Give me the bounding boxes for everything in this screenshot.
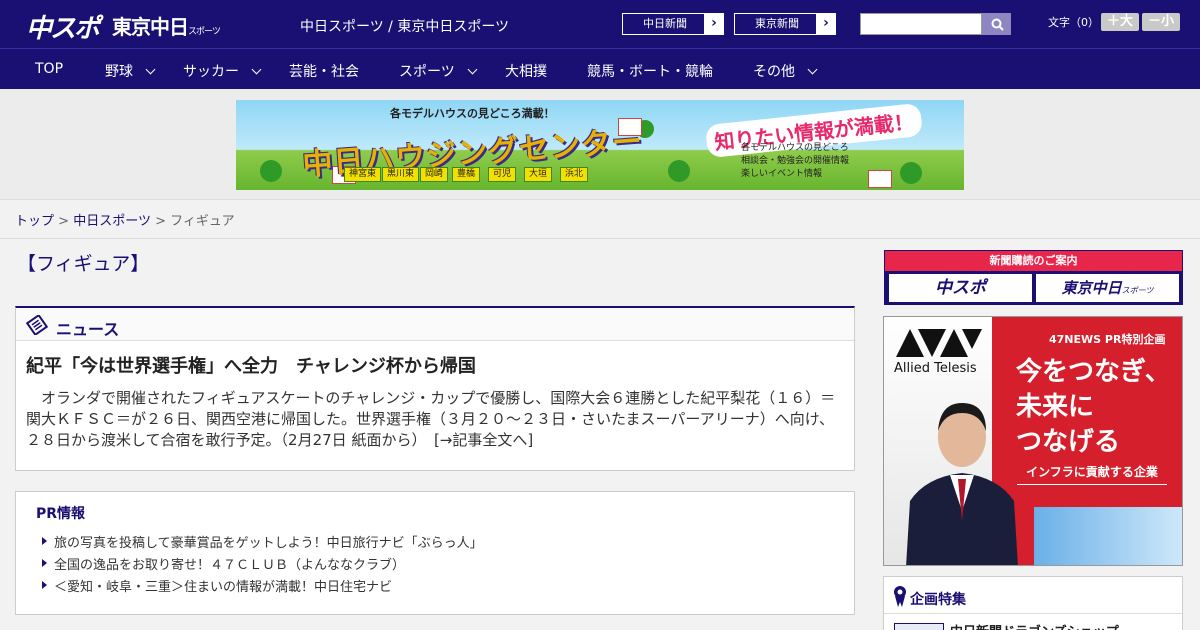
allied-telesis-logo-icon [896,329,982,357]
search-input[interactable] [860,13,982,35]
feature-section-heading: 企画特集 [910,592,966,608]
tokyo-shimbun-link-label: 東京新聞 [755,17,799,30]
news-section-label: ニュース [56,320,120,339]
divider [884,613,1182,614]
banner-area: 各モデルハウスの見どころ満載！ 中日ハウジングセンター 知りたい情報が満載！ 各… [0,89,1200,200]
pr-section-title: PR情報 [36,506,86,522]
tokyo-shimbun-link[interactable]: 東京新聞 › [734,13,836,35]
ad-background-window [1034,507,1182,565]
breadcrumb-current: フィギュア [170,214,235,229]
chevron-down-icon [145,64,156,75]
subscription-box: 新聞購読のご案内 中スポ 東京中日スポーツ [884,250,1183,305]
banner-top-text: 各モデルハウスの見どころ満載！ [390,107,555,120]
nav-item-label: サッカー [183,64,239,80]
site-names: 中日スポーツ / 東京中日スポーツ [300,19,510,35]
news-headline[interactable]: 紀平「今は世界選手権」へ全力 チャレンジ杯から帰国 [26,352,476,378]
businessman-photo [906,403,1018,565]
news-summary: オランダで開催されたフィギュアスケートのチャレンジ・カップで優勝し、国際大会６連… [26,389,836,449]
subscribe-chuspo-link[interactable]: 中スポ [889,274,1032,302]
nav-item-top[interactable]: TOP [35,61,63,77]
ad-headline-line: 今をつなぎ、 [1016,357,1171,387]
housing-center-banner[interactable]: 各モデルハウスの見どころ満載！ 中日ハウジングセンター 知りたい情報が満載！ 各… [236,100,964,190]
search-button[interactable] [982,13,1011,35]
chunichi-shimbun-link[interactable]: 中日新聞 › [622,13,724,35]
pr-link-item[interactable]: 全国の逸品をお取り寄せ！４７ＣＬＵＢ（よんななクラブ） [40,554,405,573]
search-icon [991,18,1004,31]
pr-link-item[interactable]: ＜愛知・岐阜・三重＞住まいの情報が満載！中日住宅ナビ [40,576,392,595]
ribbon-badge-icon [894,586,906,607]
nav-item-label: その他 [753,64,795,80]
font-smaller-button[interactable]: －小 [1142,13,1180,31]
nav-item-soccer[interactable]: サッカー [183,61,262,81]
chevron-right-icon: › [704,13,724,35]
ad-headline-line: 未来に [1016,392,1095,422]
ad-headline-line: つなげる [1016,427,1121,457]
breadcrumb-top-link[interactable]: トップ [15,214,54,229]
tree-illustration [668,160,690,182]
tree-illustration [260,160,282,182]
nav-item-baseball[interactable]: 野球 [105,61,156,81]
tree-illustration [900,162,922,184]
page-title: 【フィギュア】 [17,253,150,275]
newspaper-icon [26,315,48,335]
ad-headline: 今をつなぎ、 未来に つなげる [1016,355,1171,460]
nav-item-label: 大相撲 [505,64,547,80]
chuspo-logo[interactable]: 中スポ [26,8,100,45]
nav-item-other[interactable]: その他 [753,61,818,81]
banner-city: 可児 [488,167,517,182]
news-section-header: ニュース [16,308,854,341]
ad-tagline: インフラに貢献する企業 [1017,463,1167,485]
banner-city: 豊橋 [452,167,481,182]
tokyo-chunichi-logo[interactable]: 東京中日スポーツ [112,11,221,40]
subscribe-tokyo-chunichi-link[interactable]: 東京中日スポーツ [1036,274,1179,302]
banner-city: 岡崎 [420,167,449,182]
nav-item-sumo[interactable]: 大相撲 [505,61,547,81]
chunichi-shimbun-link-label: 中日新聞 [643,17,687,30]
nav-item-label: 野球 [105,64,133,80]
banner-feature-item: 楽しいイベント情報 [741,169,823,179]
nav-item-racing[interactable]: 競馬・ボート・競輪 [587,61,713,81]
banner-city: 浜北 [560,167,589,182]
top-header-bar: 中スポ 東京中日スポーツ 中日スポーツ / 東京中日スポーツ 中日新聞 › 東京… [0,0,1200,48]
nav-item-entertainment[interactable]: 芸能・社会 [289,61,359,81]
feature-link[interactable]: 中日新聞ドラゴンズショップ [950,621,1119,630]
main-nav: TOP 野球 サッカー 芸能・社会 スポーツ 大相撲 競馬・ボート・競輪 その他 [0,48,1200,89]
ad-brand-name: Allied Telesis [894,361,977,376]
advertisement[interactable]: Allied Telesis 47NEWS PR特別企画 今をつなぎ、 未来に … [883,316,1183,566]
feature-thumbnail[interactable] [894,623,944,630]
font-size-label: 文字（0） [1048,16,1099,29]
font-bigger-button[interactable]: ＋大 [1101,13,1139,31]
tokyo-chunichi-logo-sub: スポーツ [188,27,221,37]
pr-link-item[interactable]: 旅の写真を投稿して豪華賞品をゲットしよう！中日旅行ナビ「ぶらっ人」 [40,532,483,551]
news-section: ニュース 紀平「今は世界選手権」へ全力 チャレンジ杯から帰国 オランダで開催され… [15,306,855,471]
banner-feature-item: 各モデルハウスの見どころ [741,143,849,153]
breadcrumb-separator: > [58,214,70,229]
nav-item-label: スポーツ [399,64,455,80]
nav-item-label: TOP [35,61,64,77]
feature-section: 企画特集 中日新聞ドラゴンズショップ [883,576,1183,630]
banner-city: 神宮東 [344,167,382,182]
chevron-down-icon [251,64,262,75]
breadcrumb-chunichi-link[interactable]: 中日スポーツ [73,214,151,229]
nav-item-sports[interactable]: スポーツ [399,61,478,81]
chevron-down-icon [807,64,818,75]
banner-city: 黒川東 [382,167,420,182]
breadcrumb-separator: > [155,214,166,229]
chevron-right-icon: › [816,13,836,35]
banner-feature-list: 各モデルハウスの見どころ 相談会・勉強会の開催情報 楽しいイベント情報 [741,142,849,181]
breadcrumb: トップ > 中日スポーツ > フィギュア [0,200,1200,239]
house-illustration [868,170,892,188]
subscribe-tokyo-chunichi-text: 東京中日 [1061,279,1122,297]
nav-item-label: 競馬・ボート・競輪 [587,64,713,80]
pr-section: PR情報 旅の写真を投稿して豪華賞品をゲットしよう！中日旅行ナビ「ぶらっ人」 全… [15,491,855,615]
ad-pr-label: 47NEWS PR特別企画 [1049,333,1166,346]
banner-city: 大垣 [524,167,553,182]
nav-item-label: 芸能・社会 [289,64,359,80]
subscription-heading: 新聞購読のご案内 [885,251,1182,271]
subscribe-tokyo-chunichi-sub: スポーツ [1121,286,1154,295]
tokyo-chunichi-logo-text: 東京中日 [112,15,189,39]
chevron-down-icon [467,64,478,75]
banner-feature-item: 相談会・勉強会の開催情報 [741,156,850,166]
